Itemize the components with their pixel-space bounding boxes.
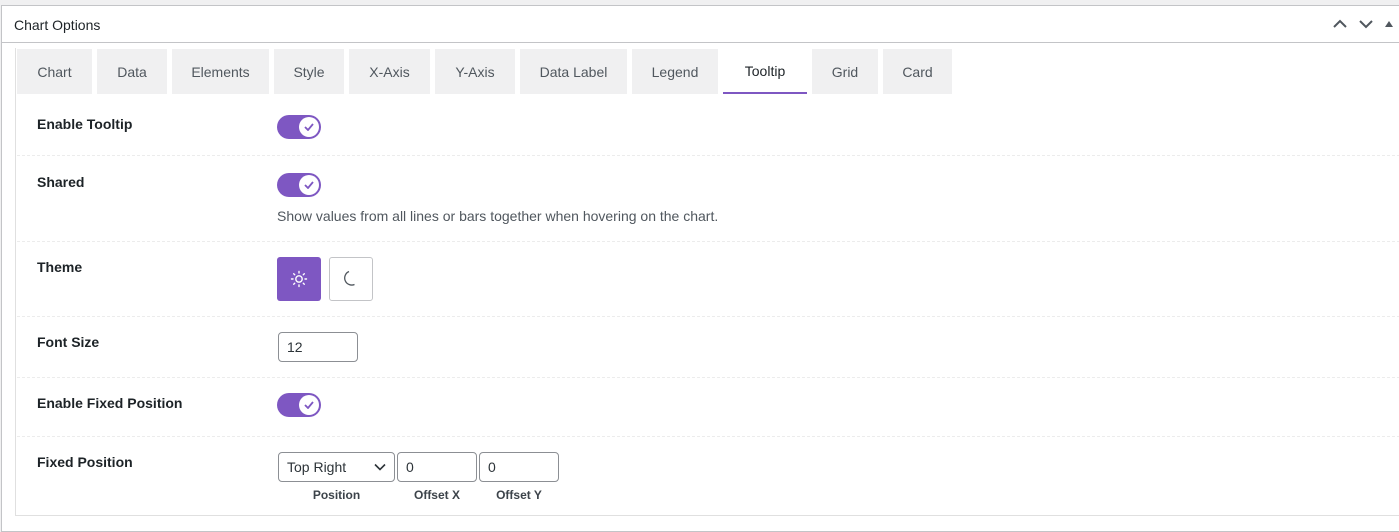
metabox-title: Chart Options (14, 17, 101, 33)
offset-x-sublabel: Offset X (413, 488, 460, 502)
theme-light-button[interactable] (277, 257, 321, 301)
enable-tooltip-label: Enable Tooltip (37, 116, 133, 132)
enable-tooltip-row: Enable Tooltip (17, 96, 1399, 156)
toggle-knob (299, 117, 319, 137)
tab-x-axis[interactable]: X-Axis (349, 49, 430, 94)
offset-x-input[interactable] (397, 452, 477, 482)
tab-card[interactable]: Card (883, 49, 952, 94)
tab-style[interactable]: Style (274, 49, 344, 94)
chevron-down-icon (1359, 20, 1373, 29)
tab-elements[interactable]: Elements (172, 49, 269, 94)
font-size-label: Font Size (37, 334, 100, 350)
enable-tooltip-toggle[interactable] (277, 115, 321, 139)
offset-y-sublabel: Offset Y (496, 488, 542, 502)
chevron-up-icon (1333, 19, 1347, 28)
shared-row: Shared Show values from all lines or bar… (17, 156, 1399, 242)
chevron-down-icon (374, 463, 386, 471)
shared-label: Shared (37, 174, 85, 190)
sun-icon (290, 270, 308, 288)
font-size-row: Font Size (17, 317, 1399, 378)
enable-fixed-position-row: Enable Fixed Position (17, 378, 1399, 437)
tab-grid[interactable]: Grid (812, 49, 878, 94)
fixed-position-label: Fixed Position (37, 454, 133, 470)
toggle-knob (299, 175, 319, 195)
check-icon (304, 123, 314, 131)
moon-icon (344, 270, 355, 286)
metabox-header: Chart Options (2, 6, 1399, 43)
offset-y-input[interactable] (479, 452, 559, 482)
fixed-position-row: Fixed Position Top Right Position Offset… (17, 437, 1399, 517)
shared-toggle[interactable] (277, 173, 321, 197)
move-up-button[interactable] (1327, 6, 1353, 42)
tooltip-settings-panel: Enable Tooltip Shared Show values from a… (17, 96, 1399, 517)
position-select-value: Top Right (287, 459, 347, 475)
tab-tooltip[interactable]: Tooltip (723, 49, 807, 94)
handle-actions (1327, 6, 1399, 42)
tabs-container: Chart Data Elements Style X-Axis Y-Axis … (15, 48, 1399, 516)
theme-dark-button[interactable] (329, 257, 373, 301)
toggle-knob (299, 395, 319, 415)
triangle-up-icon (1385, 21, 1393, 27)
chart-options-metabox: Chart Options Chart Data Elements Style … (1, 5, 1399, 532)
tab-legend[interactable]: Legend (632, 49, 718, 94)
shared-description: Show values from all lines or bars toget… (277, 208, 719, 224)
tab-y-axis[interactable]: Y-Axis (435, 49, 515, 94)
font-size-input[interactable] (278, 332, 358, 362)
position-sublabel: Position (312, 488, 361, 502)
check-icon (304, 401, 314, 409)
position-select[interactable]: Top Right (278, 452, 395, 482)
move-down-button[interactable] (1353, 6, 1379, 42)
toggle-panel-button[interactable] (1379, 6, 1399, 42)
theme-row: Theme (17, 242, 1399, 317)
tab-bar: Chart Data Elements Style X-Axis Y-Axis … (17, 49, 952, 95)
tab-chart[interactable]: Chart (17, 49, 92, 94)
enable-fixed-position-toggle[interactable] (277, 393, 321, 417)
tab-data[interactable]: Data (97, 49, 167, 94)
tab-data-label[interactable]: Data Label (520, 49, 627, 94)
theme-label: Theme (37, 259, 83, 275)
check-icon (304, 181, 314, 189)
enable-fixed-position-label: Enable Fixed Position (37, 395, 183, 411)
